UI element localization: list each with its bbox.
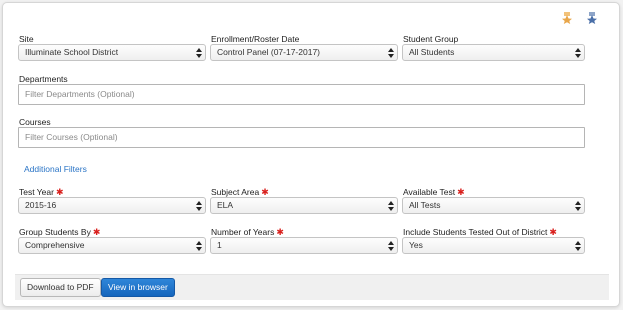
select-arrows-icon xyxy=(388,201,394,211)
include-out-of-district-value: Yes xyxy=(409,240,423,250)
courses-label: Courses xyxy=(19,117,51,127)
pinned-report-icon[interactable] xyxy=(586,12,598,24)
available-test-select[interactable]: All Tests xyxy=(402,197,585,214)
required-asterisk-icon: ✱ xyxy=(92,227,101,237)
enrollment-date-label: Enrollment/Roster Date xyxy=(211,34,300,44)
enrollment-date-select[interactable]: Control Panel (07-17-2017) xyxy=(210,44,398,61)
available-test-value: All Tests xyxy=(409,200,441,210)
student-group-label: Student Group xyxy=(403,34,459,44)
required-asterisk-icon: ✱ xyxy=(261,187,269,197)
available-test-label-text: Available Test xyxy=(403,187,456,197)
departments-label: Departments xyxy=(19,74,68,84)
test-year-value: 2015-16 xyxy=(25,200,57,210)
include-out-of-district-select[interactable]: Yes xyxy=(402,237,585,254)
num-years-value: 1 xyxy=(217,240,222,250)
required-asterisk-icon: ✱ xyxy=(457,187,465,197)
site-label: Site xyxy=(19,34,34,44)
num-years-select[interactable]: 1 xyxy=(210,237,398,254)
include-out-of-district-label-text: Include Students Tested Out of District xyxy=(403,227,548,237)
group-by-value: Comprehensive xyxy=(25,240,85,250)
test-year-label-text: Test Year xyxy=(19,187,54,197)
report-filter-panel: Site Illuminate School District Enrollme… xyxy=(2,2,620,307)
select-arrows-icon xyxy=(196,48,202,58)
required-asterisk-icon: ✱ xyxy=(55,187,64,197)
required-asterisk-icon: ✱ xyxy=(549,227,557,237)
site-select[interactable]: Illuminate School District xyxy=(18,44,206,61)
required-asterisk-icon: ✱ xyxy=(276,227,284,237)
group-by-select[interactable]: Comprehensive xyxy=(18,237,206,254)
select-arrows-icon xyxy=(575,241,581,251)
test-year-select[interactable]: 2015-16 xyxy=(18,197,206,214)
group-by-label-text: Group Students By xyxy=(19,227,91,237)
view-in-browser-button[interactable]: View in browser xyxy=(101,278,175,297)
select-arrows-icon xyxy=(388,241,394,251)
subject-area-label-text: Subject Area xyxy=(211,187,260,197)
additional-filters-link[interactable]: Additional Filters xyxy=(24,164,87,174)
select-arrows-icon xyxy=(196,201,202,211)
action-bar: Download to PDF View in browser xyxy=(15,274,609,300)
select-arrows-icon xyxy=(575,201,581,211)
select-arrows-icon xyxy=(575,48,581,58)
student-group-select[interactable]: All Students xyxy=(402,44,585,61)
select-arrows-icon xyxy=(196,241,202,251)
enrollment-date-value: Control Panel (07-17-2017) xyxy=(217,47,321,57)
site-value: Illuminate School District xyxy=(25,47,119,57)
select-arrows-icon xyxy=(388,48,394,58)
favorite-star-icon[interactable] xyxy=(561,12,573,24)
subject-area-select[interactable]: ELA xyxy=(210,197,398,214)
courses-input[interactable]: Filter Courses (Optional) xyxy=(18,127,585,148)
departments-input[interactable]: Filter Departments (Optional) xyxy=(18,84,585,105)
num-years-label-text: Number of Years xyxy=(211,227,275,237)
subject-area-value: ELA xyxy=(217,200,234,210)
download-pdf-button[interactable]: Download to PDF xyxy=(20,278,101,297)
student-group-value: All Students xyxy=(409,47,455,57)
